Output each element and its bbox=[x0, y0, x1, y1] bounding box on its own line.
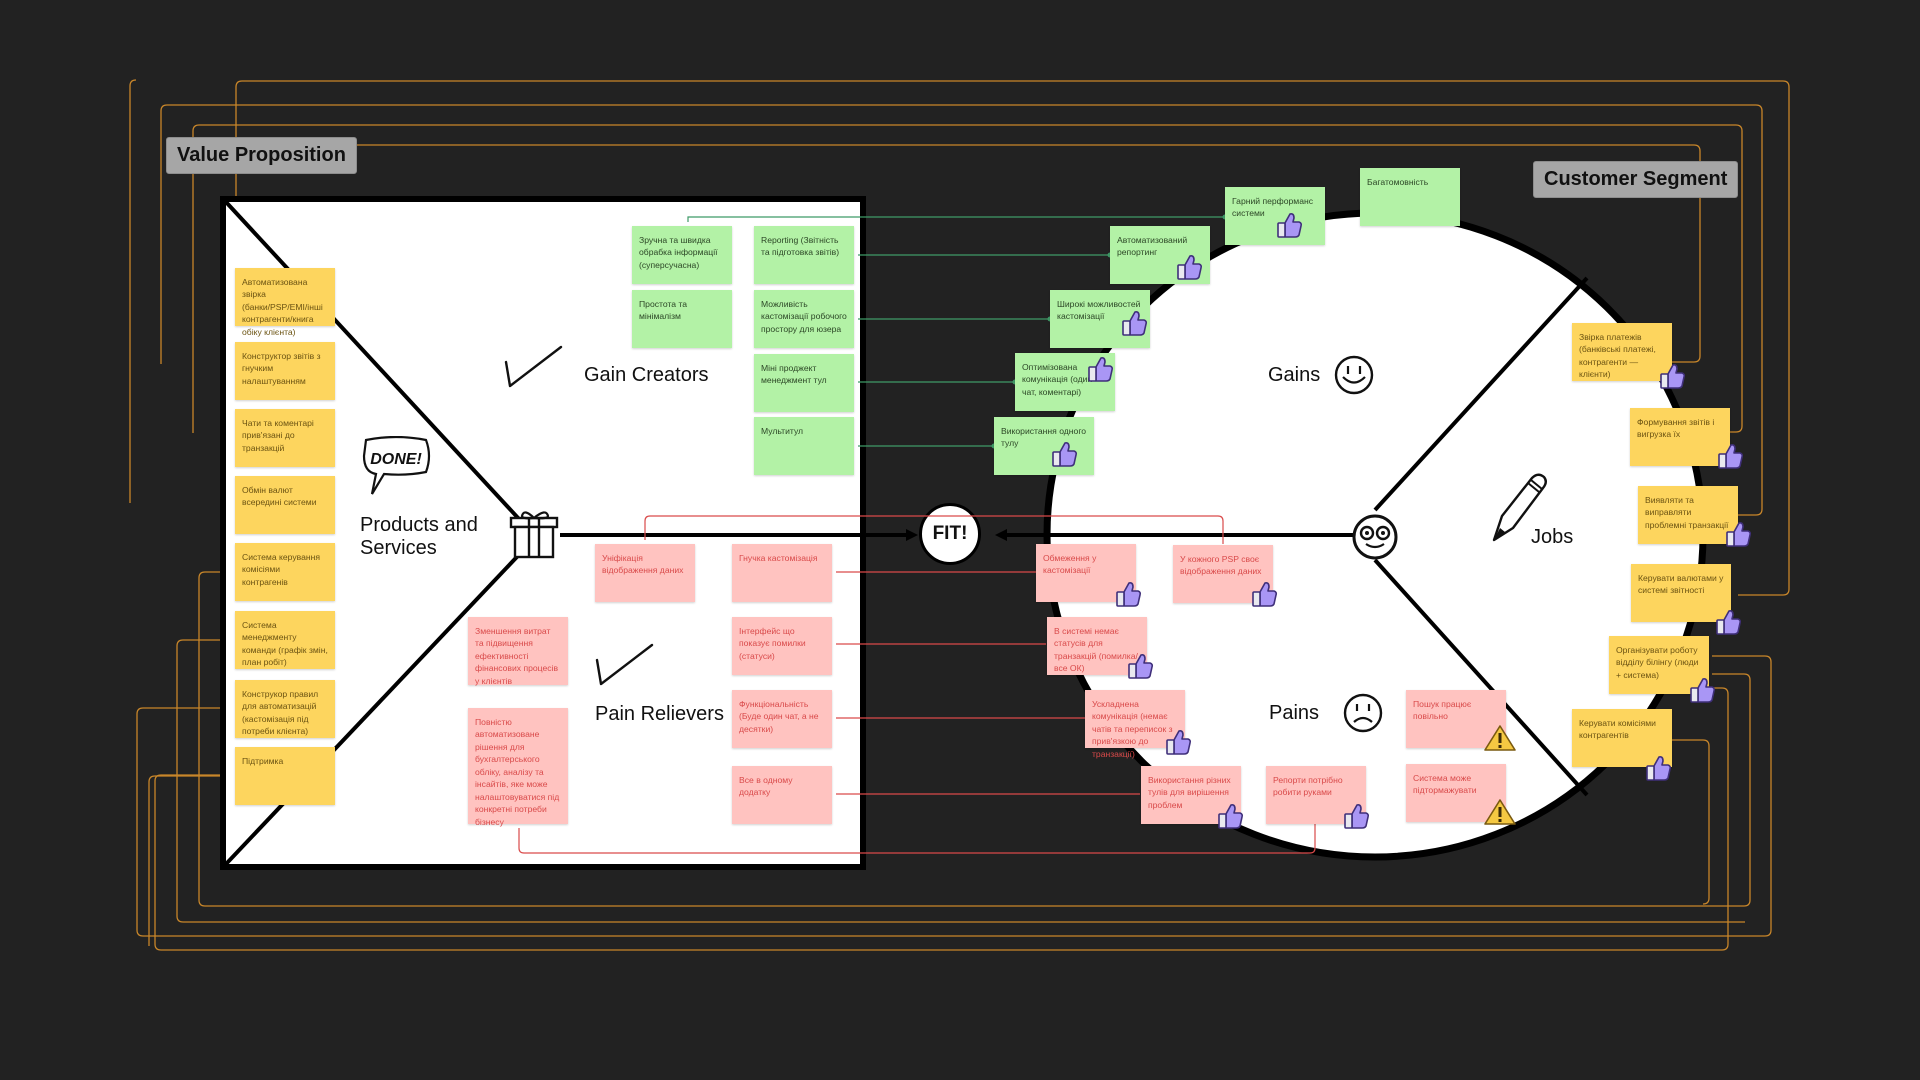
thumbs-up-icon[interactable] bbox=[1050, 440, 1078, 468]
fit-connectors bbox=[518, 214, 1316, 854]
thumbs-up-icon[interactable] bbox=[1275, 211, 1303, 239]
thumbs-up-icon[interactable] bbox=[1724, 520, 1752, 548]
thumbs-up-icon[interactable] bbox=[1714, 608, 1742, 636]
pains-title: Pains bbox=[1269, 702, 1320, 724]
job-sticky[interactable]: Звірка платежів (банківські платежі, кон… bbox=[1572, 323, 1672, 381]
connector-line bbox=[644, 515, 1224, 544]
job-sticky[interactable]: Формування звітів і вигрузка їх bbox=[1630, 408, 1730, 466]
thumbs-up-icon[interactable] bbox=[1114, 580, 1142, 608]
thumbs-up-icon[interactable] bbox=[1644, 754, 1672, 782]
connector-line bbox=[518, 824, 1316, 854]
thumbs-up-icon[interactable] bbox=[1658, 362, 1686, 390]
thumbs-up-icon[interactable] bbox=[1342, 802, 1370, 830]
thumbs-up-icon[interactable] bbox=[1716, 442, 1744, 470]
thumbs-up-icon[interactable] bbox=[1086, 355, 1114, 383]
warning-icon bbox=[1484, 725, 1516, 751]
connector-line bbox=[687, 216, 1225, 222]
thumbs-up-icon[interactable] bbox=[1175, 253, 1203, 281]
job-sticky[interactable]: Виявляти та виправляти проблемні транзак… bbox=[1638, 486, 1738, 544]
thumbs-up-icon[interactable] bbox=[1250, 580, 1278, 608]
sad-face-icon bbox=[1343, 693, 1383, 733]
warning-icon bbox=[1484, 799, 1516, 825]
thumbs-up-icon[interactable] bbox=[1120, 309, 1148, 337]
gains-title: Gains bbox=[1268, 364, 1321, 386]
pencil-icon bbox=[1492, 473, 1547, 542]
thumbs-up-icon[interactable] bbox=[1688, 676, 1716, 704]
gain-sticky[interactable]: Використання одного тулу bbox=[994, 417, 1094, 475]
gain-sticky[interactable]: Багатомовність bbox=[1360, 168, 1460, 226]
glasses-face-icon bbox=[1352, 514, 1398, 560]
thumbs-up-icon[interactable] bbox=[1216, 802, 1244, 830]
smiley-icon bbox=[1334, 355, 1374, 395]
thumbs-up-icon[interactable] bbox=[1126, 652, 1154, 680]
thumbs-up-icon[interactable] bbox=[1164, 728, 1192, 756]
